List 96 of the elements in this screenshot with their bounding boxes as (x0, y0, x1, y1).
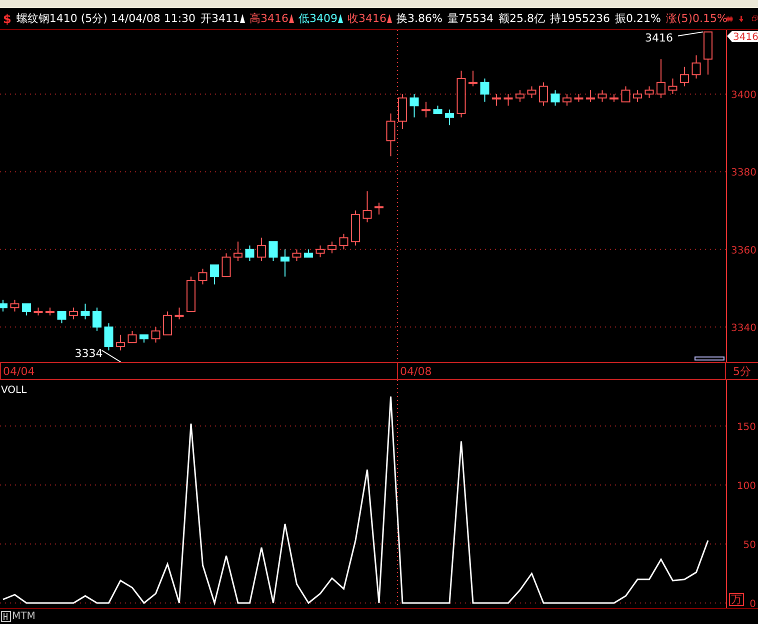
price-axis-label: 3360 (731, 245, 756, 256)
candle (610, 94, 618, 102)
chart-title: VOLL (1, 385, 27, 396)
date-label: 04/04 (0, 363, 397, 379)
quote-stat: 换3.86% (396, 13, 442, 24)
candle (692, 54, 701, 80)
candle (456, 70, 466, 118)
candle (516, 90, 524, 102)
candle (527, 86, 536, 98)
indicator-icon[interactable] (1, 611, 11, 622)
candle (328, 241, 336, 254)
quote-stat: 振0.21% (614, 13, 661, 24)
high-price-label: 3416 (645, 32, 673, 45)
candle (410, 94, 419, 118)
candle (351, 210, 360, 246)
indicator-tab[interactable]: MTM (12, 609, 36, 624)
leader-line (101, 350, 122, 362)
candle (468, 70, 478, 87)
price-axis-label: 3400 (731, 90, 756, 102)
candle (104, 322, 114, 351)
candle (151, 326, 160, 344)
candle (198, 268, 208, 285)
volume-axis-label: 50 (743, 540, 756, 551)
candle (234, 241, 242, 262)
candle (374, 202, 384, 215)
candle (386, 112, 396, 157)
candle (0, 299, 8, 312)
candle (398, 94, 407, 130)
quote-stat: 开3411 (200, 13, 240, 24)
candle (163, 311, 172, 336)
candle (633, 90, 642, 102)
candle (186, 276, 196, 312)
price-axis-label: 3340 (731, 323, 756, 334)
candle (562, 94, 572, 106)
scroll-marker (694, 356, 724, 360)
candle (316, 245, 325, 258)
date-label: 04/08 (397, 363, 432, 379)
candle (245, 245, 254, 262)
candle (92, 307, 102, 332)
candle (268, 241, 278, 262)
leader-line (678, 31, 704, 36)
candle (422, 101, 430, 118)
candle (480, 78, 490, 102)
candle (504, 94, 513, 106)
candle (304, 248, 313, 258)
candle (680, 66, 689, 87)
candle (128, 330, 137, 344)
candle (539, 82, 548, 106)
dollar-icon: $ (3, 12, 12, 24)
candle (34, 307, 43, 316)
candle (140, 334, 148, 344)
volume-axis-label: 0 (750, 599, 756, 608)
quote-stat: 低3409 (298, 13, 338, 24)
candle (621, 86, 630, 102)
candle (433, 105, 442, 114)
candle (445, 109, 454, 126)
candle (598, 90, 607, 102)
candle (704, 31, 712, 76)
candle (492, 94, 501, 106)
candle (292, 248, 302, 262)
volume-axis-label: 150 (736, 422, 756, 434)
chip-icon[interactable] (726, 14, 734, 24)
candle (116, 334, 125, 351)
contract-title: 螺纹钢1410 (5分) 14/04/08 11:30 (16, 13, 196, 24)
volume-axis-label: 100 (736, 481, 756, 492)
current-price-tag: 3416 (727, 31, 758, 43)
quote-stat: 收3416 (348, 13, 387, 24)
candle (257, 237, 266, 262)
unit-label: 万 (729, 593, 744, 606)
quote-stat: 持1955236 (550, 13, 610, 24)
quote-stat: 量75534 (447, 13, 494, 24)
low-price-label: 3334 (74, 347, 103, 360)
candle (210, 264, 219, 285)
candle (339, 233, 348, 250)
candle (362, 190, 372, 223)
candle (69, 307, 78, 320)
candle (22, 303, 31, 316)
candle (174, 307, 184, 320)
candle (222, 252, 231, 278)
candle (586, 90, 595, 102)
period-label: 5分 (732, 364, 751, 379)
price-axis-label: 3380 (731, 168, 756, 179)
candle (57, 311, 66, 324)
quote-stat: 涨(5)0.15% (666, 13, 728, 24)
candle (550, 90, 560, 106)
quote-stat: 高3416 (250, 13, 289, 24)
quote-stat: 额25.8亿 (498, 13, 545, 24)
candle (46, 307, 54, 316)
candle (80, 303, 90, 320)
candle (668, 78, 678, 95)
candle (280, 248, 290, 278)
restore-window-icon[interactable] (752, 13, 758, 24)
candle (644, 86, 654, 98)
candle (574, 94, 584, 102)
candle (656, 58, 666, 98)
candle (10, 299, 20, 312)
